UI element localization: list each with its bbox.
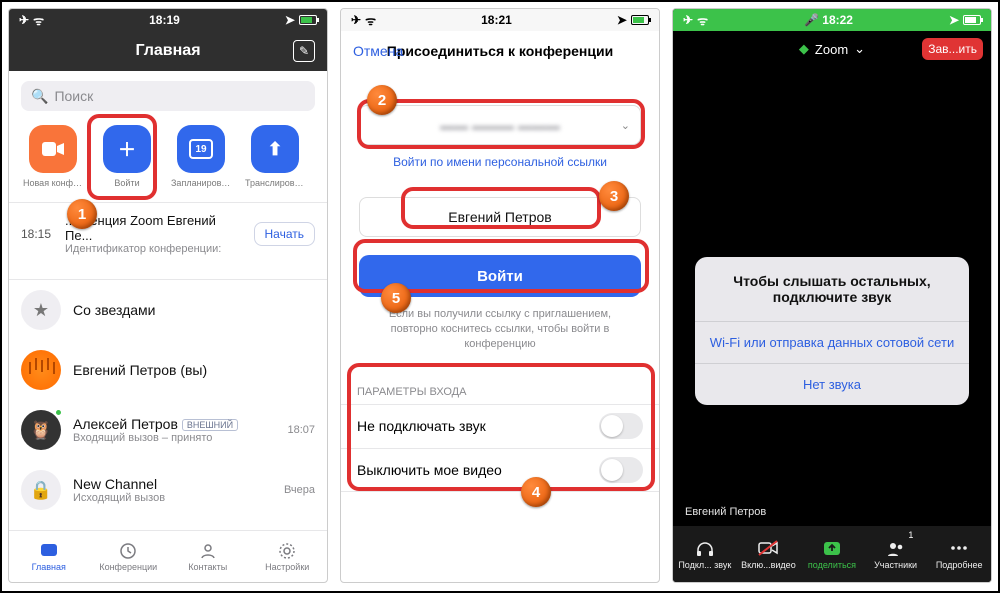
row-channel[interactable]: 🔒 New Channel Исходящий вызов Вчера xyxy=(9,460,327,520)
row-starred[interactable]: ★ Со звездами xyxy=(9,280,327,340)
chevron-down-icon[interactable]: ⌄ xyxy=(621,119,630,132)
video-off-icon xyxy=(757,539,779,557)
contacts-icon xyxy=(198,542,218,560)
share-icon xyxy=(821,539,843,557)
toolbar-share[interactable]: поделиться xyxy=(800,526,864,582)
wifi-icon: ᯤ xyxy=(33,12,44,29)
action-cast[interactable]: ⬆ Транслировать э... xyxy=(245,125,305,188)
join-button[interactable]: Войти xyxy=(359,255,641,297)
alert-title: Чтобы слышать остальных, подключите звук xyxy=(695,257,969,321)
name-input[interactable]: Евгений Петров xyxy=(359,197,641,237)
toolbar-more[interactable]: Подробнее xyxy=(927,526,991,582)
section-header: ПАРАМЕТРЫ ВХОДА xyxy=(357,386,659,398)
toolbar-participants[interactable]: 1Участники xyxy=(864,526,928,582)
status-bar: ✈ ᯤ 18:21 ➤ xyxy=(341,9,659,31)
row-me[interactable]: Евгений Петров (вы) xyxy=(9,340,327,400)
airplane-icon: ✈ xyxy=(683,13,693,27)
option-no-video[interactable]: Выключить мое видео xyxy=(341,448,659,492)
chat-icon xyxy=(39,542,59,560)
clock-icon xyxy=(118,542,138,560)
screen-meeting: ✈ ᯤ 🎤 18:22 ➤ ◆ Zoom ⌄ Зав...ить Чтобы сл… xyxy=(672,8,992,583)
search-icon: 🔍 xyxy=(31,88,48,105)
status-bar: ✈ ᯤ 18:19 ➤ xyxy=(9,9,327,31)
screen-join: ✈ ᯤ 18:21 ➤ Отмена Присоединиться к конфе… xyxy=(340,8,660,583)
search-input[interactable]: 🔍 Поиск xyxy=(21,81,315,111)
airplane-icon: ✈ xyxy=(351,13,361,27)
switch-audio[interactable] xyxy=(599,413,643,439)
personal-link[interactable]: Войти по имени персональной ссылки xyxy=(341,155,659,169)
leave-button[interactable]: Зав...ить xyxy=(922,38,983,60)
upcoming-meeting[interactable]: 18:15 ...еренция Zoom Евгений Пе... Иден… xyxy=(9,203,327,265)
option-no-audio[interactable]: Не подключать звук xyxy=(341,404,659,448)
alert-wifi-button[interactable]: Wi-Fi или отправка данных сотовой сети xyxy=(695,321,969,363)
page-title: Присоединиться к конференции xyxy=(387,43,613,59)
tab-settings[interactable]: Настройки xyxy=(248,531,328,582)
action-new-meeting[interactable]: Новая конференция xyxy=(23,125,83,188)
participants-icon xyxy=(885,539,907,557)
participant-count: 1 xyxy=(908,530,913,540)
join-hint: Если вы получили ссылку с приглашением, … xyxy=(369,307,631,352)
video-area: Чтобы слышать остальных, подключите звук… xyxy=(673,67,991,526)
app-name[interactable]: Zoom xyxy=(815,42,848,57)
participant-name: Евгений Петров xyxy=(685,506,766,518)
cast-icon: ⬆ xyxy=(251,125,299,173)
gear-icon xyxy=(277,542,297,560)
page-title: Главная xyxy=(135,42,200,60)
more-icon xyxy=(948,539,970,557)
star-icon: ★ xyxy=(21,290,61,330)
battery-icon xyxy=(963,15,981,25)
compose-icon[interactable]: ✎ xyxy=(293,40,315,62)
action-schedule[interactable]: 19 Запланировать xyxy=(171,125,231,188)
chevron-down-icon[interactable]: ⌄ xyxy=(854,41,865,57)
meeting-time: 18:15 xyxy=(21,227,55,241)
tab-home[interactable]: Главная xyxy=(9,531,89,582)
avatar-owl-icon: 🦉 xyxy=(21,410,61,450)
meeting-id-input[interactable]: ▬▬ ▬▬▬ ▬▬▬ ⌄ xyxy=(359,105,641,145)
external-badge: ВНЕШНИЙ xyxy=(182,419,238,431)
search-placeholder: Поиск xyxy=(54,88,93,104)
row-contact[interactable]: 🦉 Алексей ПетровВНЕШНИЙ Входящий вызов –… xyxy=(9,400,327,460)
mic-icon: 🎤 xyxy=(804,13,819,27)
calendar-icon: 19 xyxy=(177,125,225,173)
navbar: Отмена Присоединиться к конференции xyxy=(341,31,659,71)
location-icon: ➤ xyxy=(617,13,627,27)
quick-actions: Новая конференция ＋ Войти 19 Запланирова… xyxy=(9,125,327,188)
meeting-title: ...еренция Zoom Евгений Пе... xyxy=(65,213,244,243)
switch-video[interactable] xyxy=(599,457,643,483)
meeting-subtitle: Идентификатор конференции: xyxy=(65,243,244,255)
location-icon: ➤ xyxy=(285,13,295,27)
navbar: Главная ✎ xyxy=(9,31,327,71)
wifi-icon: ᯤ xyxy=(365,12,376,29)
meeting-navbar: ◆ Zoom ⌄ Зав...ить xyxy=(673,31,991,67)
status-time: 18:21 xyxy=(481,13,512,27)
tab-bar: Главная Конференции Контакты Настройки xyxy=(9,530,327,582)
status-time: 18:22 xyxy=(822,13,853,27)
wifi-icon: ᯤ xyxy=(697,12,708,29)
battery-icon xyxy=(631,15,649,25)
toolbar-video[interactable]: Вклю...видео xyxy=(737,526,801,582)
online-dot-icon xyxy=(54,408,63,417)
lock-icon: 🔒 xyxy=(21,470,61,510)
toolbar-audio[interactable]: Подкл... звук xyxy=(673,526,737,582)
status-bar: ✈ ᯤ 🎤 18:22 ➤ xyxy=(673,9,991,31)
alert-no-audio-button[interactable]: Нет звука xyxy=(695,363,969,405)
battery-icon xyxy=(299,15,317,25)
tab-meetings[interactable]: Конференции xyxy=(89,531,169,582)
status-time: 18:19 xyxy=(149,13,180,27)
screen-home: ✈ ᯤ 18:19 ➤ Главная ✎ 🔍 Поиск Новая конфе… xyxy=(8,8,328,583)
location-icon: ➤ xyxy=(949,13,959,27)
tab-contacts[interactable]: Контакты xyxy=(168,531,248,582)
audio-alert: Чтобы слышать остальных, подключите звук… xyxy=(695,257,969,405)
shield-icon[interactable]: ◆ xyxy=(799,41,809,57)
avatar-orange-icon xyxy=(21,350,61,390)
action-join[interactable]: ＋ Войти xyxy=(97,125,157,188)
plus-icon: ＋ xyxy=(103,125,151,173)
start-button[interactable]: Начать xyxy=(254,222,316,246)
headphones-icon xyxy=(694,539,716,557)
airplane-icon: ✈ xyxy=(19,13,29,27)
cancel-button[interactable]: Отмена xyxy=(353,43,403,59)
video-icon xyxy=(29,125,77,173)
meeting-toolbar: Подкл... звук Вклю...видео поделиться 1У… xyxy=(673,526,991,582)
